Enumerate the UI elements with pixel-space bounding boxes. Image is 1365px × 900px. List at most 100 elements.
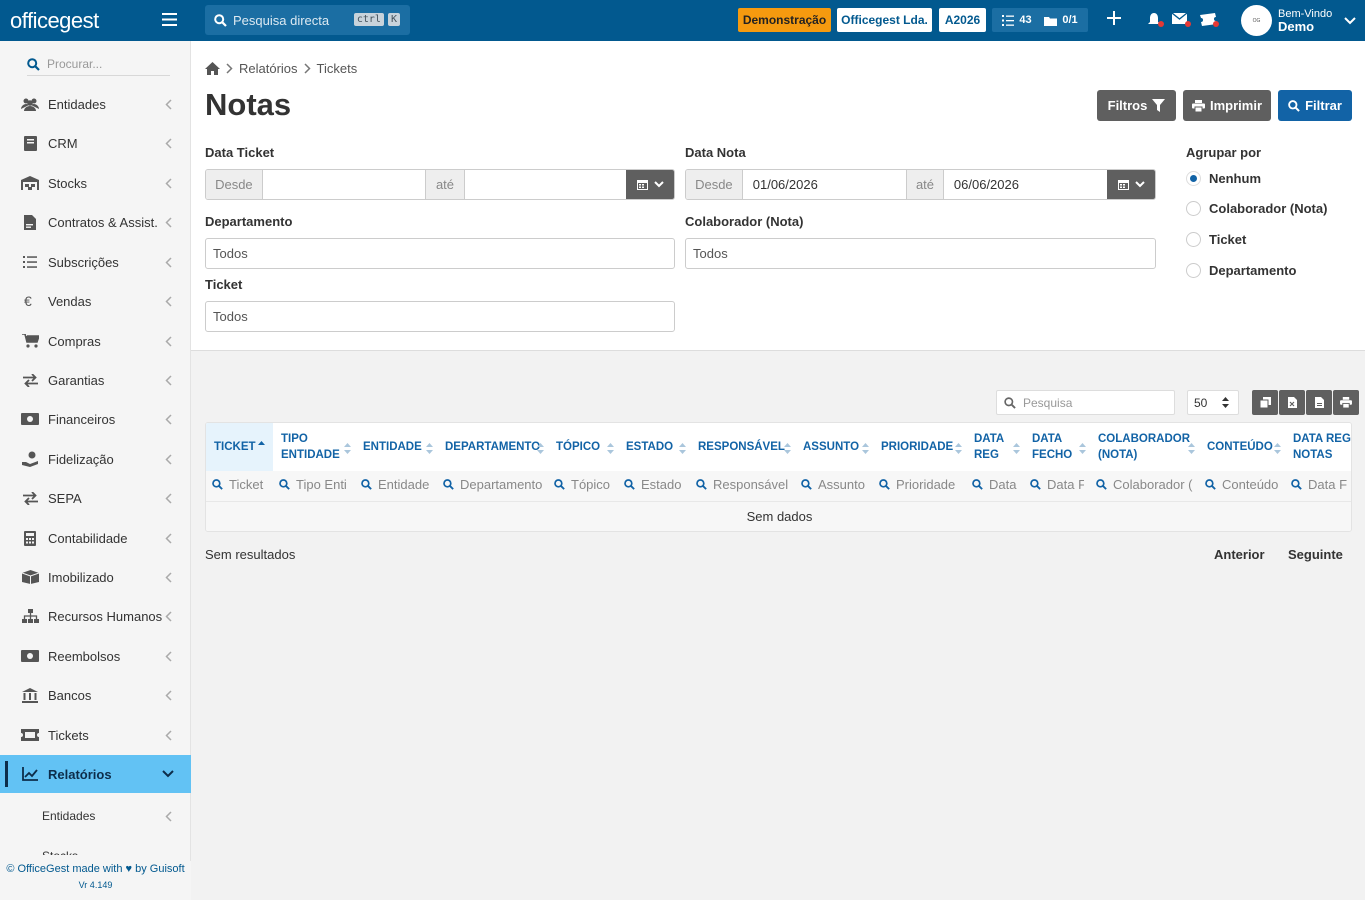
column-filter-input[interactable]: Conteúdo [1205,474,1279,494]
sidebar-search-input[interactable]: Procurar... [27,53,170,76]
column-header-conte-do[interactable]: CONTEÚDO [1199,423,1285,471]
sidebar-item-sepa[interactable]: SEPA [0,479,191,517]
column-header-colaborador-nota[interactable]: COLABORADOR (NOTA) [1090,423,1199,471]
company-button[interactable]: Officegest Lda. [837,8,932,32]
bell-icon[interactable] [1148,12,1166,28]
sort-icon[interactable] [1274,443,1281,454]
column-header-data-reg-notas[interactable]: DATA REG NOTAS [1285,423,1351,471]
sort-icon[interactable] [1013,443,1020,454]
column-header-t-pico[interactable]: TÓPICO [548,423,618,471]
sidebar-item-garantias[interactable]: Garantias [0,361,191,399]
sort-icon[interactable] [344,443,351,454]
radio-departamento[interactable]: Departamento [1186,263,1296,278]
counters[interactable]: 43 0/1 [992,8,1088,32]
tasks-counter[interactable]: 43 [1002,14,1032,26]
sort-icon[interactable] [537,443,544,454]
data-ticket-to-input[interactable] [465,170,626,199]
sidebar-item-stocks[interactable]: Stocks [0,164,191,202]
sidebar-item-financeiros[interactable]: Financeiros [0,400,191,438]
copy-button[interactable] [1252,390,1278,415]
radio-circle[interactable] [1186,263,1201,278]
column-filter-input[interactable]: Colaborador ( [1096,474,1193,494]
sidebar-item-crm[interactable]: CRM [0,124,191,162]
ticket-select[interactable]: Todos [205,301,675,332]
demo-badge[interactable]: Demonstração [738,8,831,32]
mail-icon[interactable] [1172,12,1192,28]
sidebar-item-reembolsos[interactable]: Reembolsos [0,637,191,675]
year-button[interactable]: A2026 [939,8,986,32]
sidebar-item-contratos-assist-[interactable]: Contratos & Assist. [0,203,191,241]
previous-page-button[interactable]: Anterior [1214,547,1265,562]
data-ticket-calendar-button[interactable] [626,170,674,199]
column-filter-input[interactable]: Assunto [801,474,867,494]
column-header-entidade[interactable]: ENTIDADE [355,423,437,471]
data-ticket-from-input[interactable] [263,170,425,199]
global-search-input[interactable]: Pesquisa directa ctrl K [205,5,410,35]
column-filter-input[interactable]: Ticket [212,474,267,494]
sidebar-item-contabilidade[interactable]: Contabilidade [0,519,191,557]
sidebar-item-fideliza-o[interactable]: Fidelização [0,440,191,478]
column-header-data-fecho[interactable]: DATA FECHO [1024,423,1090,471]
page-size-select[interactable]: 50 [1187,390,1239,415]
column-filter-input[interactable]: Tipo Enti [279,474,349,494]
column-header-respons-vel[interactable]: RESPONSÁVEL [690,423,795,471]
sort-icon[interactable] [679,443,686,454]
sidebar-item-vendas[interactable]: € Vendas [0,282,191,320]
sidebar-subitem-entidades[interactable]: Entidades [0,801,191,831]
sort-ascending-icon[interactable] [258,441,265,452]
column-header-ticket[interactable]: TICKET [206,423,273,471]
sidebar-item-imobilizado[interactable]: Imobilizado [0,558,191,596]
sidebar-item-bancos[interactable]: Bancos [0,676,191,714]
column-filter-input[interactable]: Tópico [554,474,612,494]
column-filter-input[interactable]: Responsável [696,474,789,494]
sidebar-item-entidades[interactable]: Entidades [0,85,191,123]
csv-button[interactable] [1306,390,1332,415]
sort-icon[interactable] [1079,443,1086,454]
breadcrumb-item-tickets[interactable]: Tickets [317,61,358,76]
radio-circle[interactable] [1186,171,1201,186]
column-header-assunto[interactable]: ASSUNTO [795,423,873,471]
column-header-tipo-entidade[interactable]: TIPO ENTIDADE [273,423,355,471]
column-filter-input[interactable]: Prioridade [879,474,960,494]
print-button[interactable]: Imprimir [1183,90,1271,121]
excel-button[interactable] [1279,390,1305,415]
sort-icon[interactable] [955,443,962,454]
ticket-notification-icon[interactable] [1199,12,1221,28]
sidebar-item-tickets[interactable]: Tickets [0,716,191,754]
sort-icon[interactable] [607,443,614,454]
column-header-departamento[interactable]: DEPARTAMENTO [437,423,548,471]
sort-icon[interactable] [1188,443,1195,454]
data-nota-to-input[interactable]: 06/06/2026 [944,170,1107,199]
colaborador-select[interactable]: Todos [685,238,1156,269]
column-filter-input[interactable]: Data F [1030,474,1084,494]
radio-colaborador[interactable]: Colaborador (Nota) [1186,201,1327,216]
radio-ticket[interactable]: Ticket [1186,232,1246,247]
sidebar-item-compras[interactable]: Compras [0,322,191,360]
sidebar-subitem-stocks[interactable]: Stocks [0,841,191,855]
apply-filter-button[interactable]: Filtrar [1278,90,1352,121]
radio-nenhum[interactable]: Nenhum [1186,171,1261,186]
user-menu[interactable]: OG Bem-Vindo Demo [1241,5,1356,36]
data-nota-calendar-button[interactable] [1107,170,1155,199]
menu-toggle-icon[interactable] [162,13,177,26]
sort-icon[interactable] [784,443,791,454]
column-filter-input[interactable]: Estado [624,474,684,494]
radio-circle[interactable] [1186,232,1201,247]
messages-counter[interactable]: 0/1 [1044,14,1078,26]
breadcrumb-item-relatorios[interactable]: Relatórios [239,61,298,76]
home-icon[interactable] [205,62,220,75]
column-header-estado[interactable]: ESTADO [618,423,690,471]
column-filter-input[interactable]: Data F [1291,474,1347,494]
column-filter-input[interactable]: Entidade [361,474,431,494]
column-header-data-reg[interactable]: DATA REG [966,423,1024,471]
sidebar-item-subscri-es[interactable]: Subscrições [0,243,191,281]
sort-icon[interactable] [862,443,869,454]
print-table-button[interactable] [1333,390,1359,415]
next-page-button[interactable]: Seguinte [1288,547,1343,562]
radio-circle[interactable] [1186,201,1201,216]
filters-button[interactable]: Filtros [1097,90,1176,121]
data-nota-from-input[interactable]: 01/06/2026 [743,170,906,199]
sidebar-item-recursos-humanos[interactable]: Recursos Humanos [0,597,191,635]
column-filter-input[interactable]: Departamento [443,474,542,494]
logo[interactable]: officegest [0,0,191,41]
